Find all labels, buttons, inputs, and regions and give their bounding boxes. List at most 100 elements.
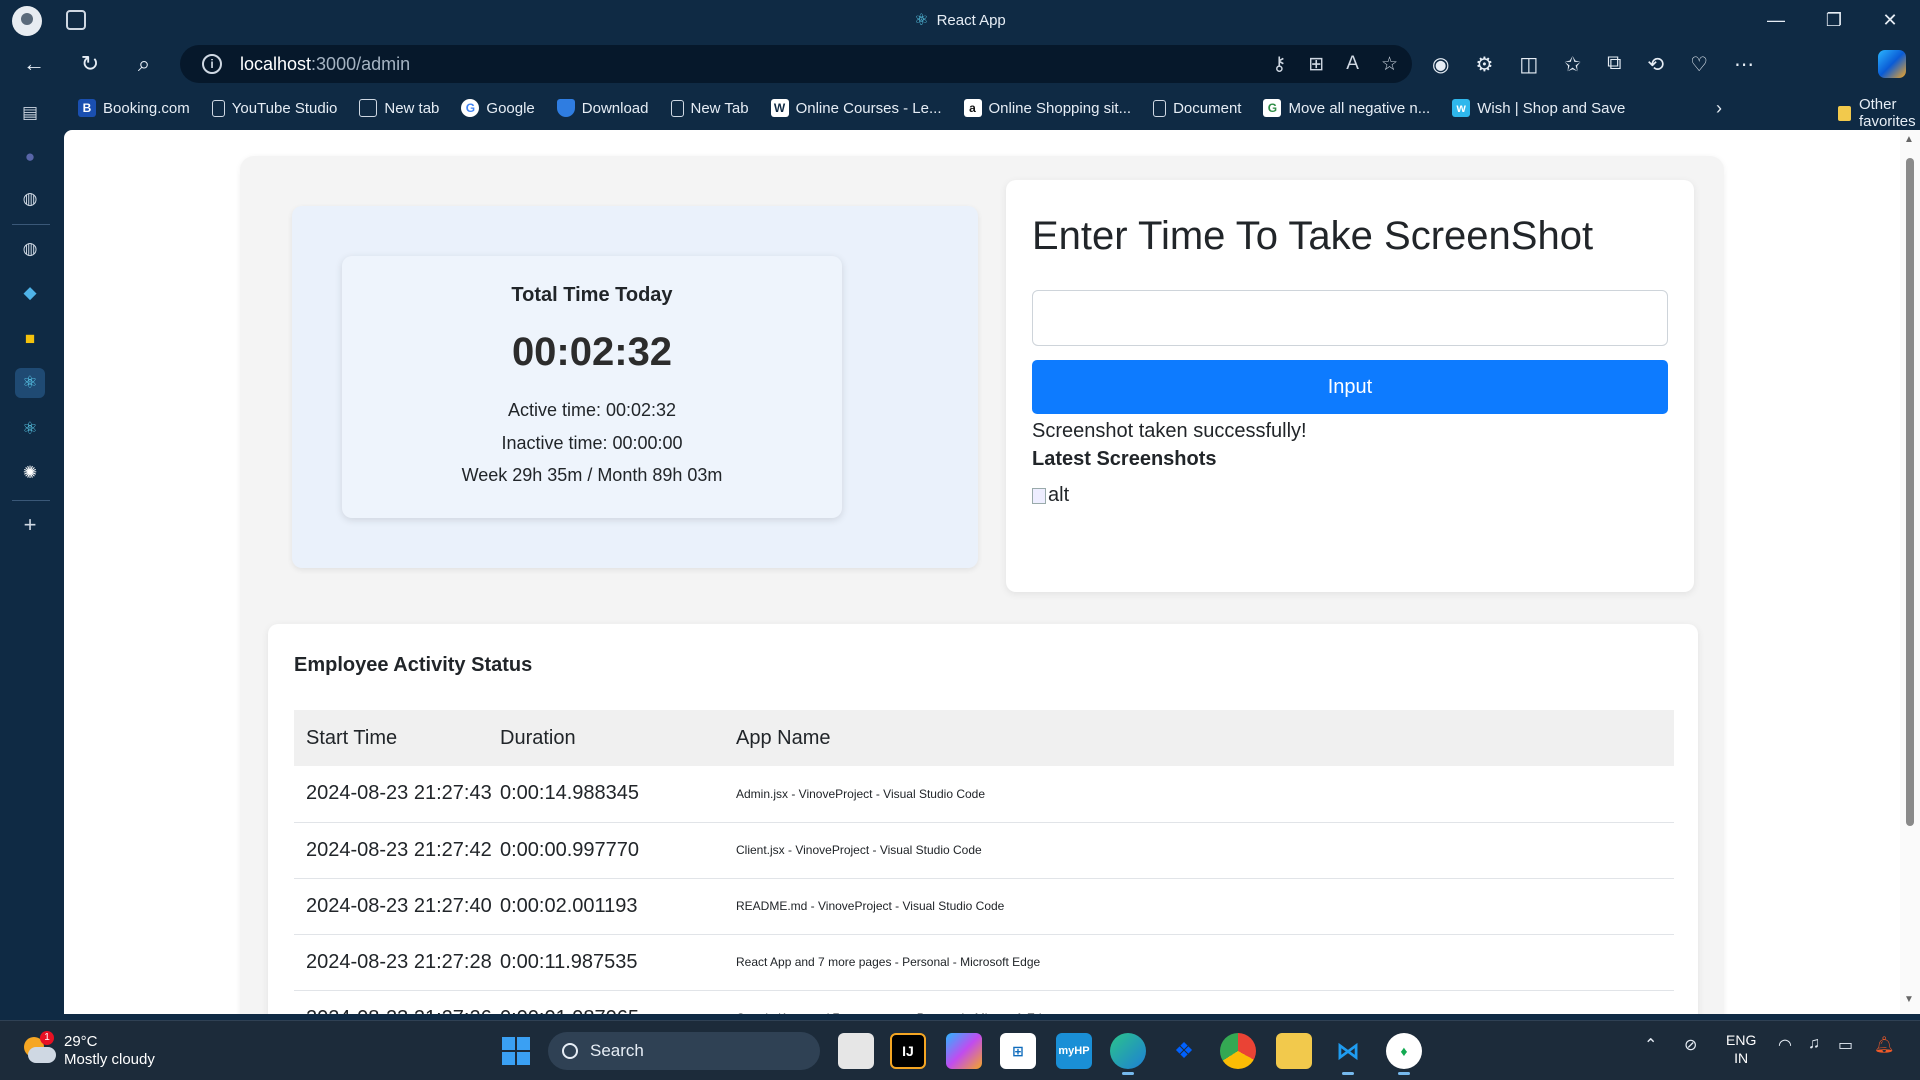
minimize-button[interactable]: — — [1756, 6, 1796, 34]
screenshot-image[interactable]: alt — [1032, 484, 1069, 507]
scroll-up-icon[interactable]: ▲ — [1904, 134, 1914, 145]
close-button[interactable]: ✕ — [1870, 6, 1910, 34]
intellij-icon[interactable]: IJ — [890, 1033, 926, 1069]
github-icon[interactable]: ◍ — [15, 234, 45, 264]
favorite-youtube-studio[interactable]: YouTube Studio — [211, 99, 337, 117]
other-favorites[interactable]: Other favorites — [1838, 96, 1920, 130]
wifi-icon[interactable]: ◠ — [1778, 1035, 1792, 1055]
favorite-download[interactable]: Download — [556, 99, 649, 117]
url-path: :3000/admin — [311, 53, 411, 74]
address-bar[interactable]: i localhost:3000/admin ⚷ ⊞ A ☆ — [180, 45, 1412, 83]
temperature: 29°C — [64, 1033, 98, 1050]
chevron-up-icon[interactable]: ⌃ — [1644, 1035, 1657, 1055]
windows-taskbar: 1 29°C Mostly cloudy Search IJ ⊞ myHP ❖ … — [0, 1020, 1920, 1080]
cursor-extension-icon[interactable]: ◉ — [1432, 52, 1449, 77]
chat-icon[interactable]: ● — [15, 142, 45, 172]
favorite-new-tab[interactable]: New tab — [359, 99, 439, 117]
cell-start: 2024-08-23 21:27:26 — [294, 990, 500, 1014]
react-icon[interactable]: ⚛ — [15, 414, 45, 444]
split-screen-icon[interactable]: ◫ — [1519, 52, 1538, 77]
copilot-app-icon[interactable] — [946, 1033, 982, 1069]
favorite-wish[interactable]: w Wish | Shop and Save — [1452, 99, 1625, 117]
add-icon[interactable]: + — [15, 510, 45, 540]
app-icon[interactable]: ◆ — [15, 278, 45, 308]
search-icon[interactable]: ⌕ — [128, 48, 160, 80]
collections-icon[interactable]: ⧉ — [1607, 52, 1621, 77]
favorite-new-tab-2[interactable]: New Tab — [670, 99, 749, 117]
url-text[interactable]: localhost:3000/admin — [240, 54, 410, 75]
network-off-icon[interactable]: ⊘ — [1684, 1035, 1697, 1055]
cell-start: 2024-08-23 21:27:28 — [294, 934, 500, 991]
scroll-down-icon[interactable]: ▼ — [1904, 994, 1914, 1005]
page-scrollbar[interactable]: ▲ ▼ — [1900, 130, 1920, 1014]
language-indicator[interactable]: ENG IN — [1726, 1031, 1756, 1067]
history-icon[interactable]: ⟲ — [1647, 52, 1664, 77]
favorite-label: New tab — [384, 99, 440, 117]
read-aloud-icon[interactable]: A — [1346, 53, 1359, 76]
favorites-icon[interactable]: ✩ — [1564, 52, 1581, 77]
cell-duration: 0:00:00.997770 — [500, 822, 736, 879]
vscode-icon[interactable]: ⋈ — [1330, 1033, 1366, 1075]
app-available-icon[interactable]: ⊞ — [1308, 53, 1324, 76]
other-favorites-label: Other favorites — [1858, 96, 1916, 130]
mongodb-icon[interactable]: ♦ — [1386, 1033, 1422, 1075]
react-icon[interactable]: ⚛ — [15, 368, 45, 398]
extensions-icon[interactable]: ⚙ — [1475, 52, 1493, 77]
favorites-bar: B Booking.com YouTube Studio New tab G Goo… — [62, 88, 1920, 130]
browser-essentials-icon[interactable]: ♡ — [1690, 52, 1708, 77]
windows-start-icon[interactable] — [502, 1037, 530, 1065]
time-panel: Total Time Today 00:02:32 Active time: 0… — [292, 206, 978, 568]
weather-widget[interactable]: 1 29°C Mostly cloudy — [22, 1031, 155, 1069]
hp-icon[interactable]: myHP — [1056, 1033, 1092, 1069]
favorite-star-icon[interactable]: ☆ — [1381, 53, 1398, 76]
favorite-document[interactable]: Document — [1153, 99, 1241, 117]
openai-icon[interactable]: ✺ — [15, 458, 45, 488]
github-icon[interactable]: ◍ — [15, 184, 45, 214]
microsoft-store-icon[interactable]: ⊞ — [1000, 1033, 1036, 1069]
image-alt-text: alt — [1048, 484, 1070, 506]
favorite-online-courses[interactable]: W Online Courses - Le... — [770, 99, 942, 117]
favorite-move-negative[interactable]: G Move all negative n... — [1263, 99, 1430, 117]
cell-app: README.md - VinoveProject - Visual Studi… — [736, 878, 1674, 935]
restore-button[interactable]: ❐ — [1814, 6, 1854, 34]
volume-icon[interactable]: ♫ — [1808, 1035, 1820, 1053]
favorite-label: Wish | Shop and Save — [1477, 99, 1626, 117]
time-card: Total Time Today 00:02:32 Active time: 0… — [342, 256, 842, 518]
input-button[interactable]: Input — [1032, 360, 1668, 414]
chrome-icon[interactable] — [1220, 1033, 1256, 1069]
booking-icon: B — [78, 99, 96, 117]
file-explorer-icon[interactable] — [1276, 1033, 1312, 1069]
broken-image-icon — [1032, 487, 1046, 504]
activity-table: Start Time Duration App Name 2024-08-23 … — [294, 710, 1674, 1014]
taskbar-search[interactable]: Search — [548, 1032, 820, 1070]
task-view-icon[interactable] — [838, 1033, 874, 1069]
edge-icon[interactable] — [1110, 1033, 1146, 1075]
tab-actions-icon[interactable]: ▤ — [15, 98, 45, 128]
screenshot-status: Screenshot taken successfully! — [1032, 420, 1307, 442]
copilot-icon[interactable] — [1878, 50, 1906, 78]
url-host: localhost — [240, 53, 312, 74]
favorite-google[interactable]: G Google — [461, 99, 535, 117]
favorite-label: Google — [486, 99, 535, 117]
column-app-name: App Name — [736, 726, 831, 749]
chevron-right-icon[interactable]: › — [1716, 98, 1722, 119]
google-icon: G — [461, 99, 480, 117]
notification-bell-icon[interactable]: 🔔︎ — [1874, 1035, 1894, 1055]
folder-icon — [1838, 105, 1851, 121]
refresh-button[interactable]: ↻ — [74, 48, 106, 80]
favorite-label: Move all negative n... — [1288, 99, 1431, 117]
favorite-online-shopping[interactable]: a Online Shopping sit... — [963, 99, 1131, 117]
favorite-booking[interactable]: B Booking.com — [78, 99, 190, 117]
dropbox-icon[interactable]: ❖ — [1166, 1033, 1202, 1069]
cell-duration: 0:00:11.987535 — [500, 934, 736, 991]
scrollbar-thumb[interactable] — [1906, 158, 1914, 826]
site-info-icon[interactable]: i — [202, 54, 222, 74]
cell-app: Admin.jsx - VinoveProject - Visual Studi… — [736, 766, 1674, 823]
screenshot-time-input[interactable] — [1032, 290, 1668, 346]
keep-icon[interactable]: ■ — [15, 324, 45, 354]
battery-icon[interactable]: ▭ — [1838, 1035, 1853, 1055]
key-icon[interactable]: ⚷ — [1272, 53, 1286, 76]
back-button[interactable]: ← — [18, 48, 50, 80]
weather-icon: 1 — [22, 1031, 56, 1065]
more-menu-icon[interactable]: ⋯ — [1734, 52, 1754, 77]
